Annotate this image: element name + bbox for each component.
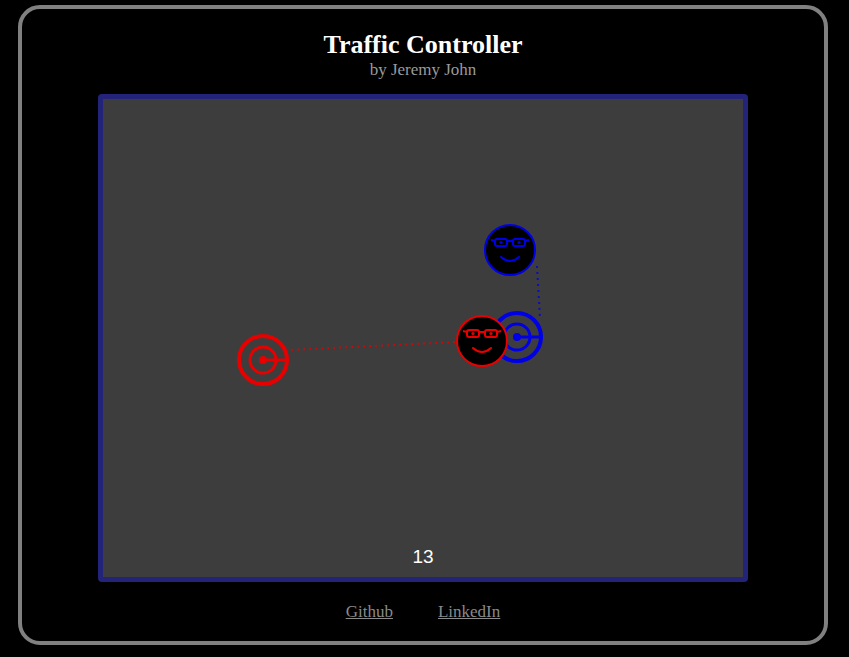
score: 13 <box>103 545 743 569</box>
footer-links: Github LinkedIn <box>346 602 501 622</box>
target-icon <box>239 336 289 384</box>
footer-link[interactable]: LinkedIn <box>438 602 500 622</box>
route-line <box>290 342 455 350</box>
game-canvas[interactable]: 13 <box>98 94 748 582</box>
subtitle: by Jeremy John <box>370 60 477 80</box>
footer-link[interactable]: Github <box>346 602 393 622</box>
driver-face-icon[interactable] <box>457 316 507 366</box>
playfield[interactable] <box>103 99 743 577</box>
title: Traffic Controller <box>323 29 522 60</box>
driver-face-icon[interactable] <box>485 225 535 275</box>
app-frame: Traffic Controller by Jeremy John 13 Git… <box>18 5 828 645</box>
route-line <box>537 266 540 318</box>
